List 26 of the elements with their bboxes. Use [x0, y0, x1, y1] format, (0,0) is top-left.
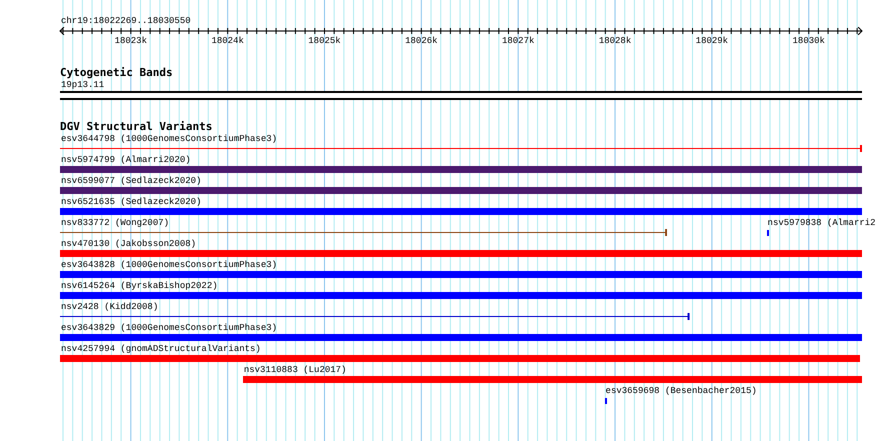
ruler-label: 18026k — [405, 35, 438, 47]
ruler-label: 18023k — [114, 35, 147, 47]
ruler-label: 18024k — [211, 35, 244, 47]
ruler-label: 18030k — [792, 35, 825, 47]
track-title: Cytogenetic Bands — [60, 67, 173, 79]
variant-label: nsv4257994 (gnomADStructuralVariants) — [60, 343, 261, 355]
variant-label: nsv3110883 (Lu2017) — [242, 364, 346, 376]
variant-label: nsv2428 (Kidd2008) — [60, 301, 158, 313]
ruler-label: 18028k — [598, 35, 632, 47]
variant-label: nsv5974799 (Almarri2020) — [60, 154, 191, 166]
track-title: DGV Structural Variants — [60, 121, 212, 133]
variant-label: nsv5979838 (Almarri2 — [766, 217, 876, 229]
variant-label: nsv470130 (Jakobsson2008) — [60, 238, 196, 250]
variant-label: esv3644798 (1000GenomesConsortiumPhase3) — [60, 133, 278, 145]
ruler-label: 18027k — [502, 35, 534, 47]
variant-label: nsv6521635 (Sedlazeck2020) — [60, 196, 202, 208]
variant-label: nsv6599077 (Sedlazeck2020) — [60, 175, 202, 187]
ruler-label: 18029k — [696, 35, 728, 47]
location-label: chr19:18022269..18030550 — [60, 15, 191, 27]
band-label: 19p13.11 — [60, 79, 104, 91]
variant-label: nsv6145264 (ByrskaBishop2022) — [60, 280, 218, 292]
variant-label: esv3643829 (1000GenomesConsortiumPhase3) — [60, 322, 278, 334]
variant-label: esv3659698 (Besenbacher2015) — [604, 385, 757, 397]
ruler-label: 18025k — [308, 35, 341, 47]
variant-label: esv3643828 (1000GenomesConsortiumPhase3) — [60, 259, 278, 271]
variant-label: nsv833772 (Wong2007) — [60, 217, 170, 229]
